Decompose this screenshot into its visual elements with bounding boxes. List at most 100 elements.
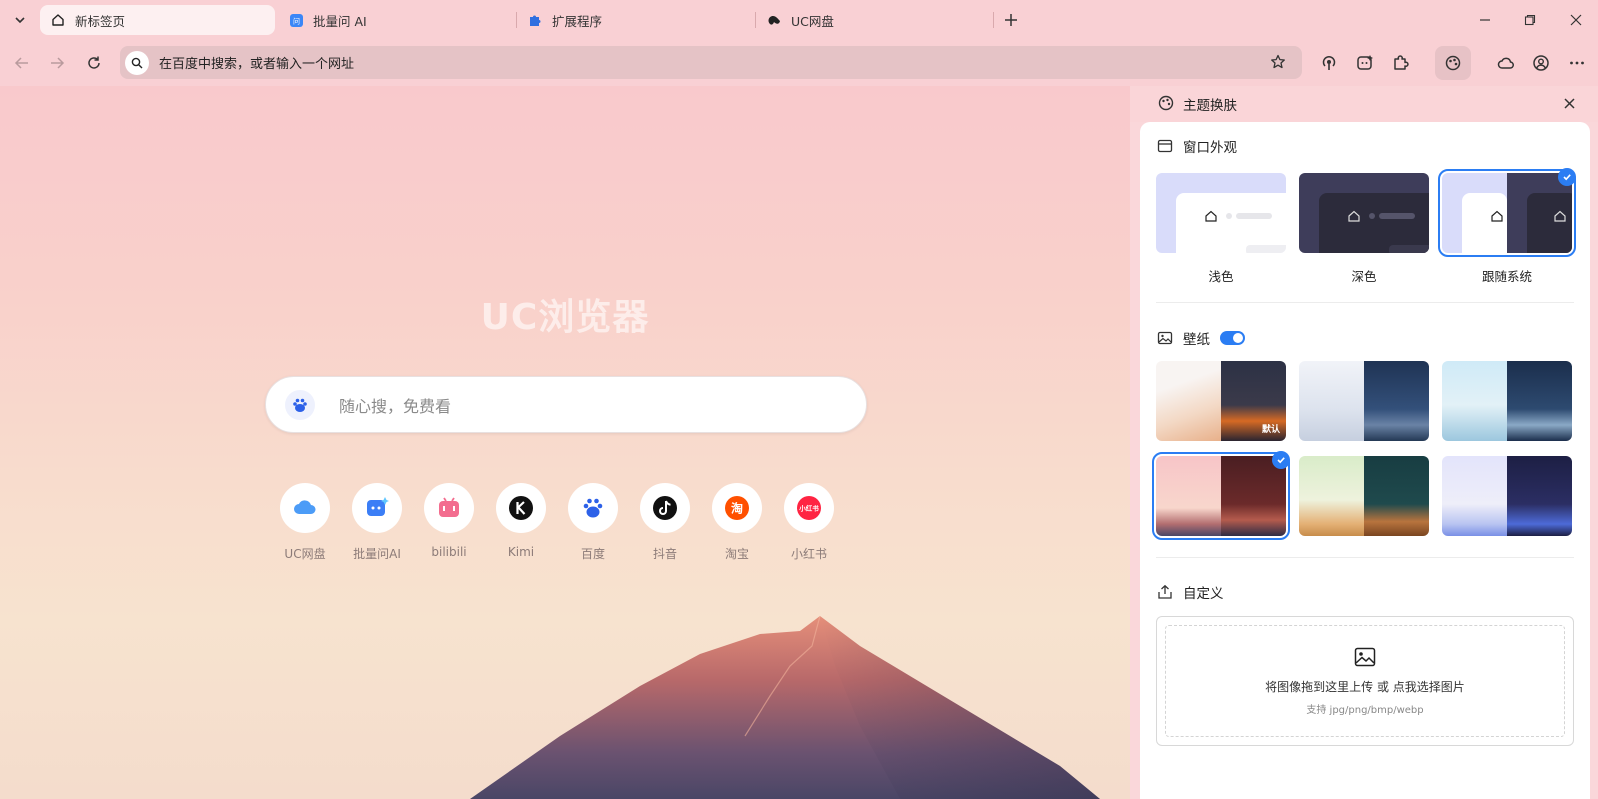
appearance-dark-label: 深色 <box>1351 269 1377 284</box>
arrow-left-icon <box>14 57 28 69</box>
home-icon <box>50 12 66 28</box>
shortcut-kimi[interactable]: Kimi <box>485 483 557 559</box>
tab-strip: 新标签页 问 批量问 AI 扩展程序 UC网盘 <box>0 0 1598 40</box>
xiaohongshu-icon: 小红书 <box>784 483 834 533</box>
forward-button[interactable] <box>44 50 70 76</box>
bookmark-star-button[interactable] <box>1268 52 1288 72</box>
appearance-system-card[interactable] <box>1438 169 1576 257</box>
image-upload-icon <box>1354 647 1376 667</box>
kimi-icon <box>496 483 546 533</box>
shortcut-batch-ai[interactable]: 批量问AI <box>341 483 413 562</box>
shortcut-label: 淘宝 <box>724 547 749 561</box>
more-menu-button[interactable] <box>1564 50 1590 76</box>
section-divider <box>1156 557 1574 558</box>
reload-button[interactable] <box>81 50 107 76</box>
upload-icon <box>1156 583 1174 601</box>
extensions-button[interactable] <box>1388 50 1414 76</box>
close-panel-button[interactable] <box>1560 94 1578 112</box>
theme-skin-button[interactable] <box>1435 46 1471 80</box>
address-placeholder: 在百度中搜索，或者输入一个网址 <box>159 57 355 72</box>
tab-extensions[interactable]: 扩展程序 <box>517 5 752 35</box>
search-icon <box>125 50 149 75</box>
tab-title: UC网盘 <box>791 13 834 29</box>
ai-assistant-button[interactable] <box>1352 50 1378 76</box>
reload-icon <box>88 56 100 69</box>
shortcut-xiaohongshu[interactable]: 小红书 小红书 <box>773 483 845 562</box>
tab-uc-drive[interactable]: UC网盘 <box>756 5 991 35</box>
custom-section-heading: 自定义 <box>1156 582 1224 602</box>
ai-chat-icon: 问 <box>288 12 304 28</box>
cloud-icon <box>1497 57 1514 69</box>
shortcut-uc-drive[interactable]: UC网盘 <box>269 483 341 562</box>
baidu-engine-icon[interactable] <box>285 389 315 420</box>
shortcut-label: 百度 <box>580 547 605 561</box>
wallpaper-toggle[interactable] <box>1220 331 1245 345</box>
ntp-search-box[interactable]: 随心搜，免费看 <box>265 376 867 433</box>
shortcut-label: 抖音 <box>652 547 677 561</box>
wallpaper-section-heading: 壁纸 <box>1156 328 1245 348</box>
shortcut-label: 批量问AI <box>353 547 401 561</box>
shortcut-bilibili[interactable]: bilibili <box>413 483 485 559</box>
tab-title: 批量问 AI <box>313 13 367 29</box>
shortcut-taobao[interactable]: 淘 淘宝 <box>701 483 773 562</box>
tab-title: 扩展程序 <box>552 13 603 29</box>
tab-search-dropdown[interactable] <box>8 8 32 32</box>
appearance-heading-text: 窗口外观 <box>1183 140 1237 156</box>
wallpaper-option-6[interactable] <box>1442 456 1572 536</box>
mountain-wallpaper <box>470 615 1100 799</box>
new-tab-button[interactable] <box>999 8 1023 32</box>
puzzle-outline-icon <box>1394 55 1409 70</box>
selected-check-icon <box>1272 451 1290 469</box>
address-bar[interactable]: 在百度中搜索，或者输入一个网址 <box>120 46 1302 79</box>
minimize-button[interactable] <box>1473 8 1497 32</box>
theme-panel-title: 主题换肤 <box>1183 98 1237 114</box>
arrow-right-icon <box>51 57 65 69</box>
chevron-down-icon <box>15 17 25 24</box>
plus-icon <box>1005 14 1017 26</box>
svg-text:小红书: 小红书 <box>798 504 819 513</box>
shortcut-label: Kimi <box>507 545 535 559</box>
selected-check-icon <box>1558 168 1576 186</box>
upload-instruction: 将图像拖到这里上传 或 点我选择图片 <box>1265 680 1465 694</box>
theme-panel-header: 主题换肤 <box>1130 86 1598 122</box>
taobao-icon: 淘 <box>712 483 762 533</box>
baidu-icon <box>568 483 618 533</box>
podcast-icon <box>1322 55 1336 70</box>
palette-icon <box>1445 55 1461 71</box>
puzzle-icon <box>527 12 543 28</box>
appearance-dark-card[interactable] <box>1299 173 1429 253</box>
bilibili-icon <box>424 483 474 533</box>
close-window-button[interactable] <box>1564 8 1588 32</box>
podcast-button[interactable] <box>1316 50 1342 76</box>
profile-button[interactable] <box>1528 50 1554 76</box>
appearance-light-label: 浅色 <box>1208 269 1234 284</box>
wallpaper-option-4[interactable] <box>1152 452 1290 540</box>
user-icon <box>1533 55 1549 71</box>
more-horizontal-icon <box>1570 61 1584 65</box>
wallpaper-option-3[interactable] <box>1442 361 1572 441</box>
search-placeholder: 随心搜，免费看 <box>339 396 452 416</box>
image-upload-dropzone[interactable]: 将图像拖到这里上传 或 点我选择图片 支持 jpg/png/bmp/webp <box>1156 616 1574 746</box>
wallpaper-option-5[interactable] <box>1299 456 1429 536</box>
batch-ai-icon <box>352 483 402 533</box>
restore-button[interactable] <box>1518 8 1542 32</box>
svg-text:问: 问 <box>293 17 300 25</box>
tab-new-tab[interactable]: 新标签页 <box>40 5 275 35</box>
tab-batch-ai[interactable]: 问 批量问 AI <box>278 5 513 35</box>
default-badge: 默认 <box>1261 425 1280 435</box>
appearance-light-card[interactable] <box>1156 173 1286 253</box>
shortcut-label: 小红书 <box>790 547 827 561</box>
appearance-system-label: 跟随系统 <box>1481 269 1532 284</box>
tab-separator <box>993 12 994 28</box>
back-button[interactable] <box>9 50 35 76</box>
shortcut-douyin[interactable]: 抖音 <box>629 483 701 562</box>
section-divider <box>1156 302 1574 303</box>
palette-icon <box>1158 95 1174 111</box>
cloud-sync-button[interactable] <box>1493 50 1519 76</box>
wallpaper-option-2[interactable] <box>1299 361 1429 441</box>
shortcut-baidu[interactable]: 百度 <box>557 483 629 562</box>
shortcut-label: UC网盘 <box>284 547 326 561</box>
tab-title: 新标签页 <box>75 13 126 29</box>
wallpaper-option-default[interactable]: 默认 <box>1156 361 1286 441</box>
shortcut-label: bilibili <box>431 545 467 559</box>
